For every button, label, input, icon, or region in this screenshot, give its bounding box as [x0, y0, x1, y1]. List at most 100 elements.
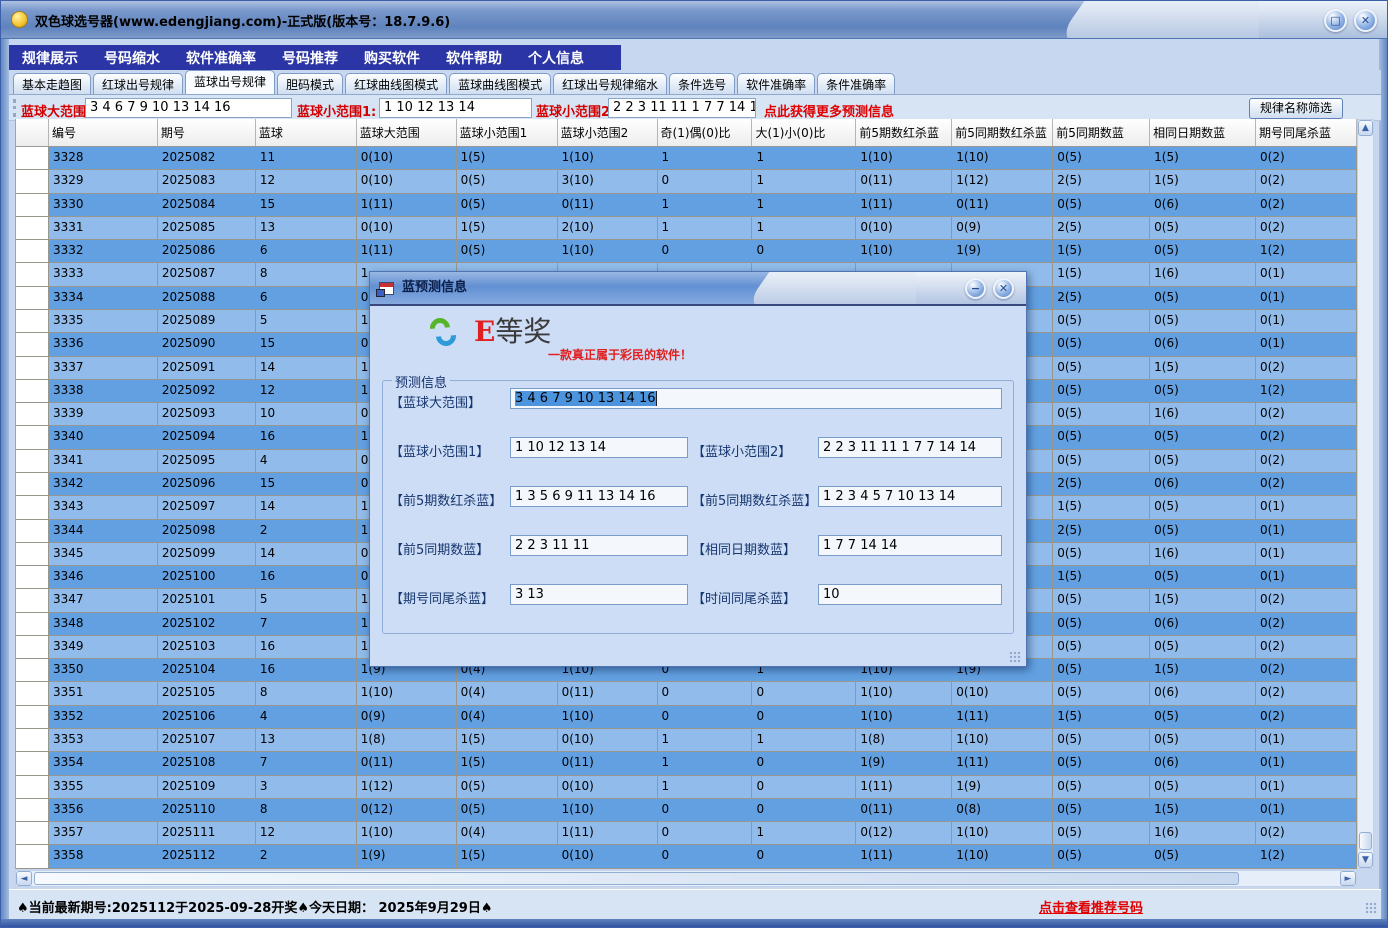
row-selector[interactable] [16, 659, 49, 682]
column-header-9[interactable]: 前5期数红杀蓝 [856, 119, 952, 146]
row-selector[interactable] [16, 170, 49, 193]
row-selector[interactable] [16, 543, 49, 566]
menu-item-0[interactable]: 规律展示 [9, 48, 91, 68]
column-header-12[interactable]: 相同日期数蓝 [1150, 119, 1256, 146]
tab-1[interactable]: 红球出号规律 [93, 73, 183, 94]
tab-0[interactable]: 基本走趋图 [13, 73, 91, 94]
column-header-2[interactable]: 期号 [158, 119, 256, 146]
column-header-5[interactable]: 蓝球小范围1 [457, 119, 558, 146]
row-selector[interactable] [16, 845, 49, 868]
tab-8[interactable]: 软件准确率 [737, 73, 815, 94]
row-selector[interactable] [16, 613, 49, 636]
row-selector[interactable] [16, 403, 49, 426]
row-selector[interactable] [16, 473, 49, 496]
tab-6[interactable]: 红球出号规律缩水 [553, 73, 667, 94]
column-header-7[interactable]: 奇(1)偶(0)比 [658, 119, 753, 146]
menu-item-2[interactable]: 软件准确率 [173, 48, 269, 68]
column-header-0[interactable] [16, 119, 49, 146]
toolbar-grip[interactable] [13, 99, 16, 117]
tab-7[interactable]: 条件选号 [669, 73, 735, 94]
menu-item-1[interactable]: 号码缩水 [91, 48, 173, 68]
close-button[interactable]: ✕ [1354, 9, 1377, 32]
row-selector[interactable] [16, 217, 49, 240]
row-selector[interactable] [16, 799, 49, 822]
tab-5[interactable]: 蓝球曲线图模式 [449, 73, 551, 94]
table-row-3357[interactable]: 33572025111121(10)0(4)1(11)010(12)1(10)0… [16, 822, 1357, 845]
horizontal-scrollbar[interactable]: ◄ ► [15, 870, 1357, 887]
blue-small-range2-input[interactable]: 2 2 3 11 11 1 7 7 14 14 [608, 98, 756, 118]
row-selector[interactable] [16, 706, 49, 729]
rule-name-filter-button[interactable]: 规律名称筛选 [1249, 98, 1343, 119]
hscroll-thumb[interactable] [34, 872, 1239, 885]
row-selector[interactable] [16, 729, 49, 752]
table-row-3358[interactable]: 3358202511221(9)1(5)0(10)001(11)1(10)0(5… [16, 845, 1357, 868]
table-row-3355[interactable]: 3355202510931(12)0(5)0(10)101(11)1(9)0(5… [16, 776, 1357, 799]
resize-grip[interactable] [1365, 902, 1377, 914]
row-selector[interactable] [16, 496, 49, 519]
table-row-3332[interactable]: 3332202508661(11)0(5)1(10)001(10)1(9)1(5… [16, 240, 1357, 263]
row-selector[interactable] [16, 520, 49, 543]
row-selector[interactable] [16, 589, 49, 612]
column-header-1[interactable]: 编号 [49, 119, 158, 146]
row-selector[interactable] [16, 822, 49, 845]
row-selector[interactable] [16, 752, 49, 775]
table-row-3353[interactable]: 33532025107131(8)1(5)0(10)111(8)1(10)0(5… [16, 729, 1357, 752]
vertical-scrollbar[interactable]: ▲ ▼ [1357, 119, 1374, 869]
table-row-3351[interactable]: 3351202510581(10)0(4)0(11)001(10)0(10)0(… [16, 682, 1357, 705]
table-row-3330[interactable]: 33302025084151(11)0(5)0(11)111(11)0(11)0… [16, 194, 1357, 217]
row-selector[interactable] [16, 357, 49, 380]
scroll-left-icon[interactable]: ◄ [16, 871, 32, 886]
table-row-3354[interactable]: 3354202510870(11)1(5)0(11)101(9)1(11)0(5… [16, 752, 1357, 775]
row-selector[interactable] [16, 147, 49, 170]
dialog-field-input-7[interactable]: 3 13 [510, 584, 688, 605]
dialog-close-button[interactable]: ✕ [993, 278, 1014, 299]
row-selector[interactable] [16, 240, 49, 263]
row-selector[interactable] [16, 263, 49, 286]
table-row-3329[interactable]: 33292025083120(10)0(5)3(10)010(11)1(12)2… [16, 170, 1357, 193]
dialog-field-input-1[interactable]: 1 10 12 13 14 [510, 437, 688, 458]
row-selector[interactable] [16, 333, 49, 356]
dialog-title-bar[interactable]: 蓝预测信息 − ✕ [370, 272, 1026, 306]
table-row-3331[interactable]: 33312025085130(10)1(5)2(10)110(10)0(9)2(… [16, 217, 1357, 240]
row-selector[interactable] [16, 310, 49, 333]
menu-item-4[interactable]: 购买软件 [351, 48, 433, 68]
row-selector[interactable] [16, 682, 49, 705]
dialog-field-input-8[interactable]: 10 [818, 584, 1002, 605]
tab-3[interactable]: 胆码模式 [277, 73, 343, 94]
scroll-down-icon[interactable]: ▼ [1358, 852, 1373, 868]
column-header-6[interactable]: 蓝球小范围2 [558, 119, 658, 146]
vscroll-thumb[interactable] [1359, 832, 1372, 850]
column-header-10[interactable]: 前5同期数红杀蓝 [952, 119, 1053, 146]
dialog-field-input-2[interactable]: 2 2 3 11 11 1 7 7 14 14 [818, 437, 1002, 458]
column-header-8[interactable]: 大(1)小(0)比 [752, 119, 856, 146]
row-selector[interactable] [16, 776, 49, 799]
table-row-3328[interactable]: 33282025082110(10)1(5)1(10)111(10)1(10)0… [16, 147, 1357, 170]
row-selector[interactable] [16, 450, 49, 473]
scroll-right-icon[interactable]: ► [1340, 871, 1356, 886]
blue-small-range1-input[interactable]: 1 10 12 13 14 [379, 98, 532, 118]
table-row-3352[interactable]: 3352202510640(9)0(4)1(10)001(10)1(11)1(5… [16, 706, 1357, 729]
blue-big-range-input[interactable]: 3 4 6 7 9 10 13 14 16 [85, 98, 292, 118]
row-selector[interactable] [16, 380, 49, 403]
column-header-11[interactable]: 前5同期数蓝 [1053, 119, 1150, 146]
column-header-3[interactable]: 蓝球 [256, 119, 357, 146]
menu-item-6[interactable]: 个人信息 [515, 48, 597, 68]
row-selector[interactable] [16, 287, 49, 310]
row-selector[interactable] [16, 426, 49, 449]
menu-item-5[interactable]: 软件帮助 [433, 48, 515, 68]
dialog-field-input-4[interactable]: 1 2 3 4 5 7 10 13 14 [818, 486, 1002, 507]
dialog-field-input-0[interactable]: 3 4 6 7 9 10 13 14 16 [510, 388, 1002, 409]
column-header-4[interactable]: 蓝球大范围 [357, 119, 457, 146]
dialog-resize-grip[interactable] [1009, 651, 1021, 663]
table-row-3356[interactable]: 3356202511080(12)0(5)1(10)000(11)0(8)0(5… [16, 799, 1357, 822]
menu-item-3[interactable]: 号码推荐 [269, 48, 351, 68]
dialog-field-input-5[interactable]: 2 2 3 11 11 [510, 535, 688, 556]
scroll-up-icon[interactable]: ▲ [1358, 120, 1373, 136]
dialog-minimize-button[interactable]: − [965, 278, 986, 299]
dialog-field-input-6[interactable]: 1 7 7 14 14 [818, 535, 1002, 556]
column-header-13[interactable]: 期号同尾杀蓝 [1256, 119, 1357, 146]
tab-4[interactable]: 红球曲线图模式 [345, 73, 447, 94]
row-selector[interactable] [16, 194, 49, 217]
maximize-button[interactable]: □ [1324, 9, 1347, 32]
row-selector[interactable] [16, 566, 49, 589]
